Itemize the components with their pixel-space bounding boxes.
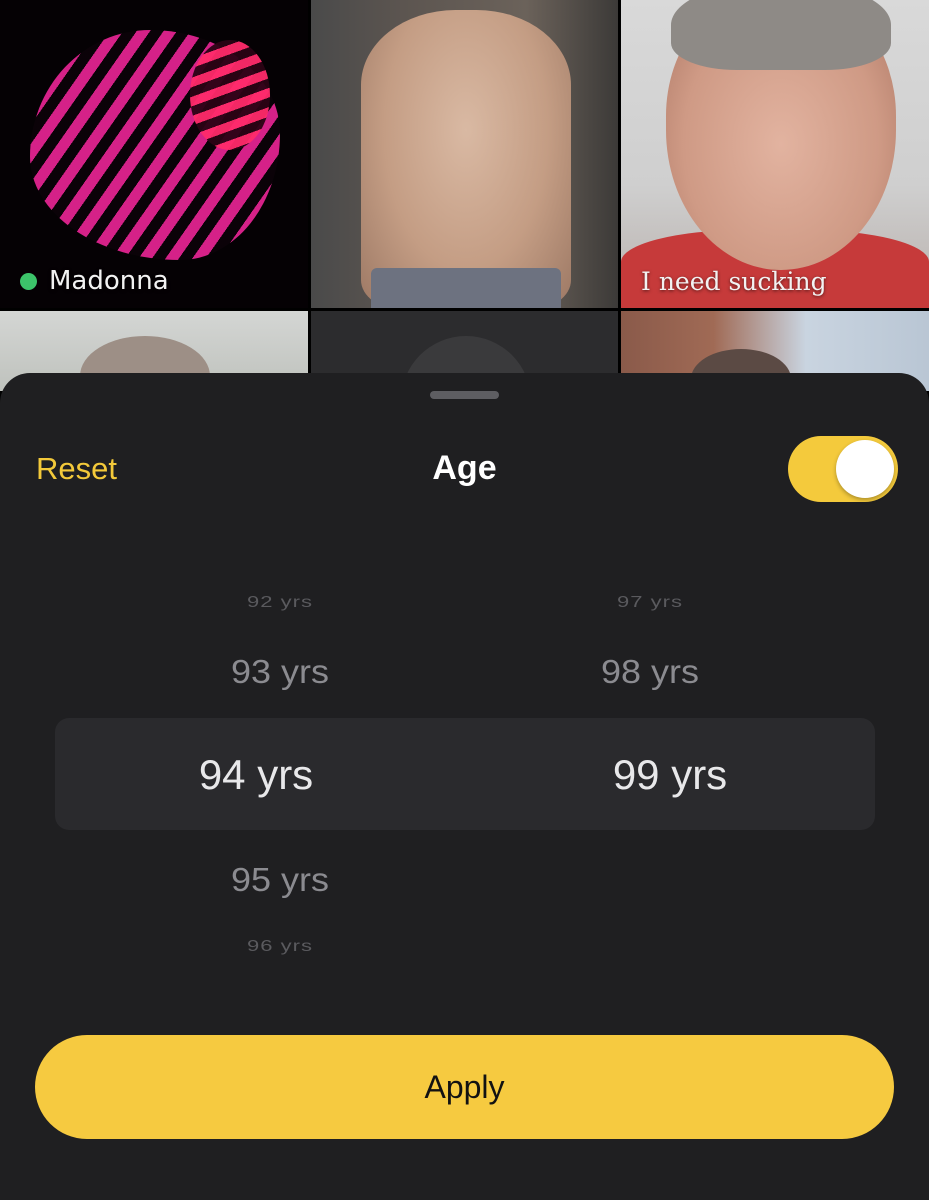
sheet-grabber-handle[interactable] — [430, 391, 499, 399]
max-age-wheel[interactable]: 97 yrs 98 yrs 99 yrs — [450, 573, 850, 973]
profile-name-label: Madonna — [49, 266, 169, 296]
profile-name-label: I need sucking — [641, 267, 827, 296]
age-filter-sheet: Reset Age 92 yrs 93 yrs 94 yrs 95 yrs 96… — [0, 373, 929, 1200]
picker-item[interactable]: 98 yrs — [450, 653, 850, 692]
profile-photo-detail — [190, 40, 270, 150]
toggle-knob — [836, 440, 894, 498]
profile-tile[interactable] — [311, 0, 618, 308]
profile-grid: Madonna I need sucking — [0, 0, 929, 391]
profile-photo — [361, 10, 571, 308]
profile-name: I need sucking — [641, 267, 827, 296]
reset-button[interactable]: Reset — [36, 451, 117, 487]
picker-item[interactable]: 96 yrs — [80, 937, 480, 955]
profile-name: Madonna — [20, 266, 169, 296]
profile-photo-detail — [371, 268, 561, 308]
picker-item[interactable]: 95 yrs — [80, 861, 480, 900]
online-status-dot — [20, 272, 37, 290]
picker-selected-item[interactable]: 94 yrs — [56, 751, 456, 799]
age-filter-toggle[interactable] — [788, 436, 898, 502]
profile-tile[interactable]: Madonna — [0, 0, 308, 308]
profile-tile[interactable]: I need sucking — [621, 0, 929, 308]
profile-photo-detail — [671, 0, 891, 70]
age-range-picker[interactable]: 92 yrs 93 yrs 94 yrs 95 yrs 96 yrs 97 yr… — [0, 573, 929, 973]
picker-item[interactable]: 93 yrs — [80, 653, 480, 692]
picker-item[interactable]: 97 yrs — [450, 593, 850, 611]
picker-selected-item[interactable]: 99 yrs — [470, 751, 870, 799]
min-age-wheel[interactable]: 92 yrs 93 yrs 94 yrs 95 yrs 96 yrs — [80, 573, 480, 973]
screen: Madonna I need sucking Reset Age 92 yrs … — [0, 0, 929, 1200]
picker-item[interactable]: 92 yrs — [80, 593, 480, 611]
apply-button[interactable]: Apply — [35, 1035, 894, 1139]
